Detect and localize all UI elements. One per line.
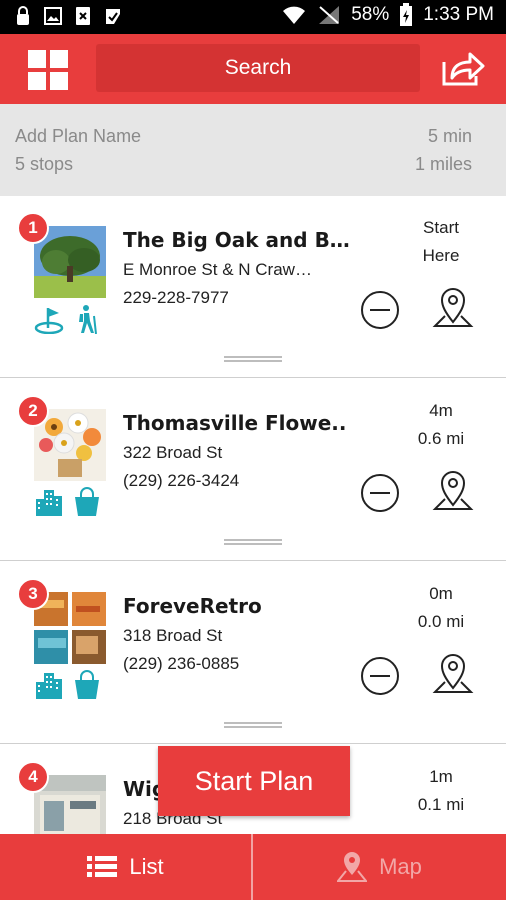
plan-distance: 1 miles [414, 154, 472, 174]
tab-map-label: Map [379, 854, 422, 879]
share-icon [442, 52, 485, 86]
search-button[interactable]: Search [96, 44, 420, 92]
stop-meta: 4m 0.6 mi [406, 397, 476, 453]
stop-meta-line2: 0.0 mi [417, 612, 465, 631]
drag-handle[interactable] [224, 722, 282, 728]
battery-icon [399, 3, 413, 26]
golf-icon [34, 304, 64, 335]
start-plan-button[interactable]: Start Plan [158, 746, 350, 816]
stop-meta-line2: Here [422, 246, 460, 265]
drag-handle[interactable] [224, 539, 282, 545]
stop-meta: 0m 0.0 mi [406, 580, 476, 636]
minus-circle-icon [361, 474, 399, 512]
bottom-tab-bar: List Map [0, 834, 506, 900]
battery-percent: 58% [351, 4, 390, 25]
lock-icon [14, 6, 32, 26]
stop-number-badge: 1 [17, 212, 49, 244]
stop-item[interactable]: 1 The Big Oak and B… E Monroe St & N Cra… [0, 196, 506, 378]
plan-stop-count: 5 stops [15, 154, 74, 174]
stop-meta-line1: 1m [429, 767, 453, 786]
remove-stop-button[interactable] [360, 290, 400, 330]
tab-list-label: List [129, 854, 164, 879]
minus-circle-icon [361, 657, 399, 695]
stop-meta: Start Here [406, 214, 476, 270]
stop-meta: 1m 0.1 mi [406, 763, 476, 819]
stop-address: 318 Broad St [123, 626, 223, 645]
clock: 1:33 PM [423, 4, 494, 25]
image-icon [44, 6, 62, 26]
share-button[interactable] [440, 48, 486, 90]
doc-x-icon [74, 6, 92, 26]
stop-address: 322 Broad St [123, 443, 223, 462]
stop-phone[interactable]: (229) 236-0885 [123, 654, 239, 674]
signal-icon [317, 5, 341, 25]
stop-phone[interactable]: 229-228-7977 [123, 288, 229, 308]
map-pin-button[interactable] [432, 286, 474, 332]
tab-list[interactable]: List [0, 834, 253, 900]
stop-meta-line2: 0.6 mi [417, 429, 465, 448]
stop-title: ForeveRetro [123, 594, 262, 618]
stop-address: E Monroe St & N Craw… [123, 260, 312, 279]
stop-title: The Big Oak and B… [123, 228, 350, 252]
grid-menu-button[interactable] [28, 50, 68, 90]
shopping-bag-icon [72, 487, 102, 517]
stop-title: Thomasville Flowe.. [123, 411, 347, 435]
wifi-icon [281, 5, 307, 25]
plan-name-field[interactable]: Add Plan Name [15, 126, 141, 147]
map-pin-icon [432, 654, 474, 693]
stop-item[interactable]: 3 ForeveRetro 318 Broad St (229) 236-088… [0, 562, 506, 744]
map-icon [337, 852, 368, 882]
list-icon [87, 856, 118, 877]
stop-number-badge: 3 [17, 578, 49, 610]
city-icon [34, 487, 64, 517]
hiking-icon [72, 304, 102, 335]
map-pin-button[interactable] [432, 652, 474, 698]
map-pin-icon [432, 471, 474, 510]
map-pin-button[interactable] [432, 469, 474, 515]
stop-meta-line1: Start [423, 218, 459, 237]
remove-stop-button[interactable] [360, 473, 400, 513]
stop-item[interactable]: 2 Thomasville Flowe.. 322 Broad St (229)… [0, 379, 506, 561]
remove-stop-button[interactable] [360, 656, 400, 696]
status-bar: 58% 1:33 PM [0, 0, 506, 34]
city-icon [34, 670, 64, 700]
stop-number-badge: 4 [17, 761, 49, 793]
stop-number-badge: 2 [17, 395, 49, 427]
app-header: Search [0, 34, 506, 104]
shopping-bag-icon [72, 670, 102, 700]
plan-summary: Add Plan Name 5 stops 5 min 1 miles [0, 104, 506, 196]
stop-meta-line1: 0m [429, 584, 453, 603]
checklist-icon [104, 6, 122, 26]
grid-icon [28, 50, 46, 68]
drag-handle[interactable] [224, 356, 282, 362]
stop-meta-line2: 0.1 mi [417, 795, 465, 814]
map-pin-icon [432, 288, 474, 327]
minus-circle-icon [361, 291, 399, 329]
stop-meta-line1: 4m [429, 401, 453, 420]
stop-phone[interactable]: (229) 226-3424 [123, 471, 239, 491]
plan-duration: 5 min [427, 126, 472, 146]
tab-map[interactable]: Map [253, 834, 506, 900]
